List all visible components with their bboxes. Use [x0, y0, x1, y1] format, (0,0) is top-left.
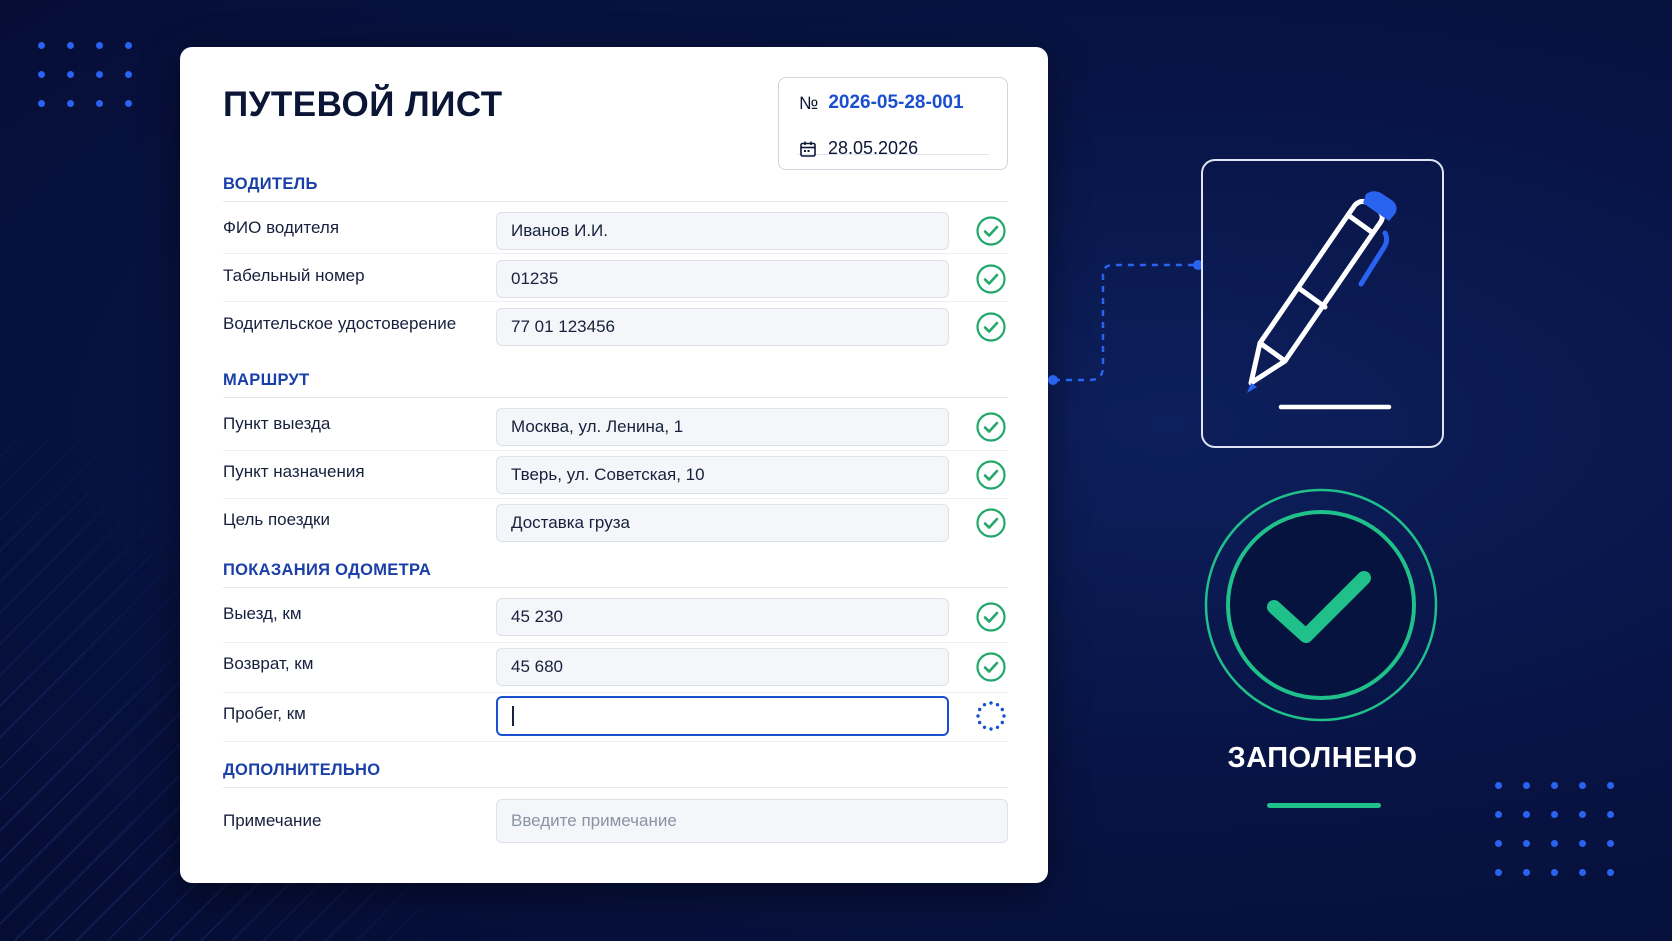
- pen-signature-icon: [1247, 191, 1397, 410]
- check-circle-icon: [976, 312, 1006, 342]
- label-trip-purpose: Цель поездки: [223, 510, 330, 529]
- label-note: Примечание: [223, 811, 322, 830]
- mileage-input[interactable]: [496, 696, 949, 736]
- section-divider: [223, 397, 1008, 398]
- label-odometer-departure: Выезд, км: [223, 604, 302, 623]
- employee-number-input[interactable]: 01235: [496, 260, 949, 298]
- check-circle-icon: [976, 412, 1006, 442]
- row-divider: [223, 301, 1008, 302]
- section-title-route: МАРШРУТ: [223, 371, 310, 389]
- odometer-departure-input[interactable]: 45 230: [496, 598, 949, 636]
- section-title-extra: ДОПОЛНИТЕЛЬНО: [223, 761, 381, 779]
- number-sign: №: [799, 92, 819, 113]
- calendar-icon: [799, 140, 817, 158]
- check-circle-icon: [976, 652, 1006, 682]
- check-circle-icon: [976, 508, 1006, 538]
- dashed-connector: [1048, 260, 1203, 385]
- document-number: 2026-05-28-001: [828, 92, 964, 113]
- page-title: ПУТЕВОЙ ЛИСТ: [223, 85, 503, 124]
- driver-license-input[interactable]: 77 01 123456: [496, 308, 949, 346]
- document-date-row: 28.05.2026: [799, 138, 918, 159]
- departure-point-input[interactable]: Москва, ул. Ленина, 1: [496, 408, 949, 446]
- decorative-dots-bottom-right: [1495, 782, 1614, 876]
- section-title-odometer: ПОКАЗАНИЯ ОДОМЕТРА: [223, 561, 432, 579]
- row-divider: [223, 498, 1008, 499]
- completion-status-label: ЗАПОЛНЕНО: [1227, 742, 1418, 774]
- trip-purpose-input[interactable]: Доставка груза: [496, 504, 949, 542]
- row-divider: [223, 450, 1008, 451]
- text-caret: [512, 706, 514, 726]
- document-number-row: № 2026-05-28-001: [799, 92, 964, 114]
- label-odometer-return: Возврат, км: [223, 654, 314, 673]
- document-date: 28.05.2026: [828, 138, 919, 158]
- row-divider: [223, 253, 1008, 254]
- completion-underline: [1267, 803, 1381, 808]
- check-circle-icon: [976, 264, 1006, 294]
- section-title-driver: ВОДИТЕЛЬ: [223, 175, 318, 193]
- label-mileage: Пробег, км: [223, 704, 306, 723]
- note-input[interactable]: Введите примечание: [496, 799, 1008, 843]
- waybill-form-card: ПУТЕВОЙ ЛИСТ № 2026-05-28-001 28.05.2026…: [180, 47, 1048, 883]
- check-circle-icon: [976, 602, 1006, 632]
- check-circle-icon: [976, 216, 1006, 246]
- label-departure-point: Пункт выезда: [223, 414, 331, 433]
- signature-card: [1201, 159, 1444, 448]
- driver-name-input[interactable]: Иванов И.И.: [496, 212, 949, 250]
- label-destination-point: Пункт назначения: [223, 462, 365, 481]
- row-divider: [223, 741, 1008, 742]
- label-employee-number: Табельный номер: [223, 266, 365, 285]
- odometer-return-input[interactable]: 45 680: [496, 648, 949, 686]
- document-meta-box: № 2026-05-28-001 28.05.2026: [778, 77, 1008, 170]
- destination-point-input[interactable]: Тверь, ул. Советская, 10: [496, 456, 949, 494]
- label-driver-license: Водительское удостоверение: [223, 314, 457, 333]
- big-checkmark-icon: [1204, 488, 1438, 722]
- label-driver-name: ФИО водителя: [223, 218, 340, 237]
- section-divider: [223, 587, 1008, 588]
- section-divider: [223, 201, 1008, 202]
- section-divider: [223, 787, 1008, 788]
- loading-spinner-icon: [976, 701, 1006, 731]
- row-divider: [223, 642, 1008, 643]
- row-divider: [223, 692, 1008, 693]
- check-circle-icon: [976, 460, 1006, 490]
- decorative-dots-top-left: [38, 42, 132, 107]
